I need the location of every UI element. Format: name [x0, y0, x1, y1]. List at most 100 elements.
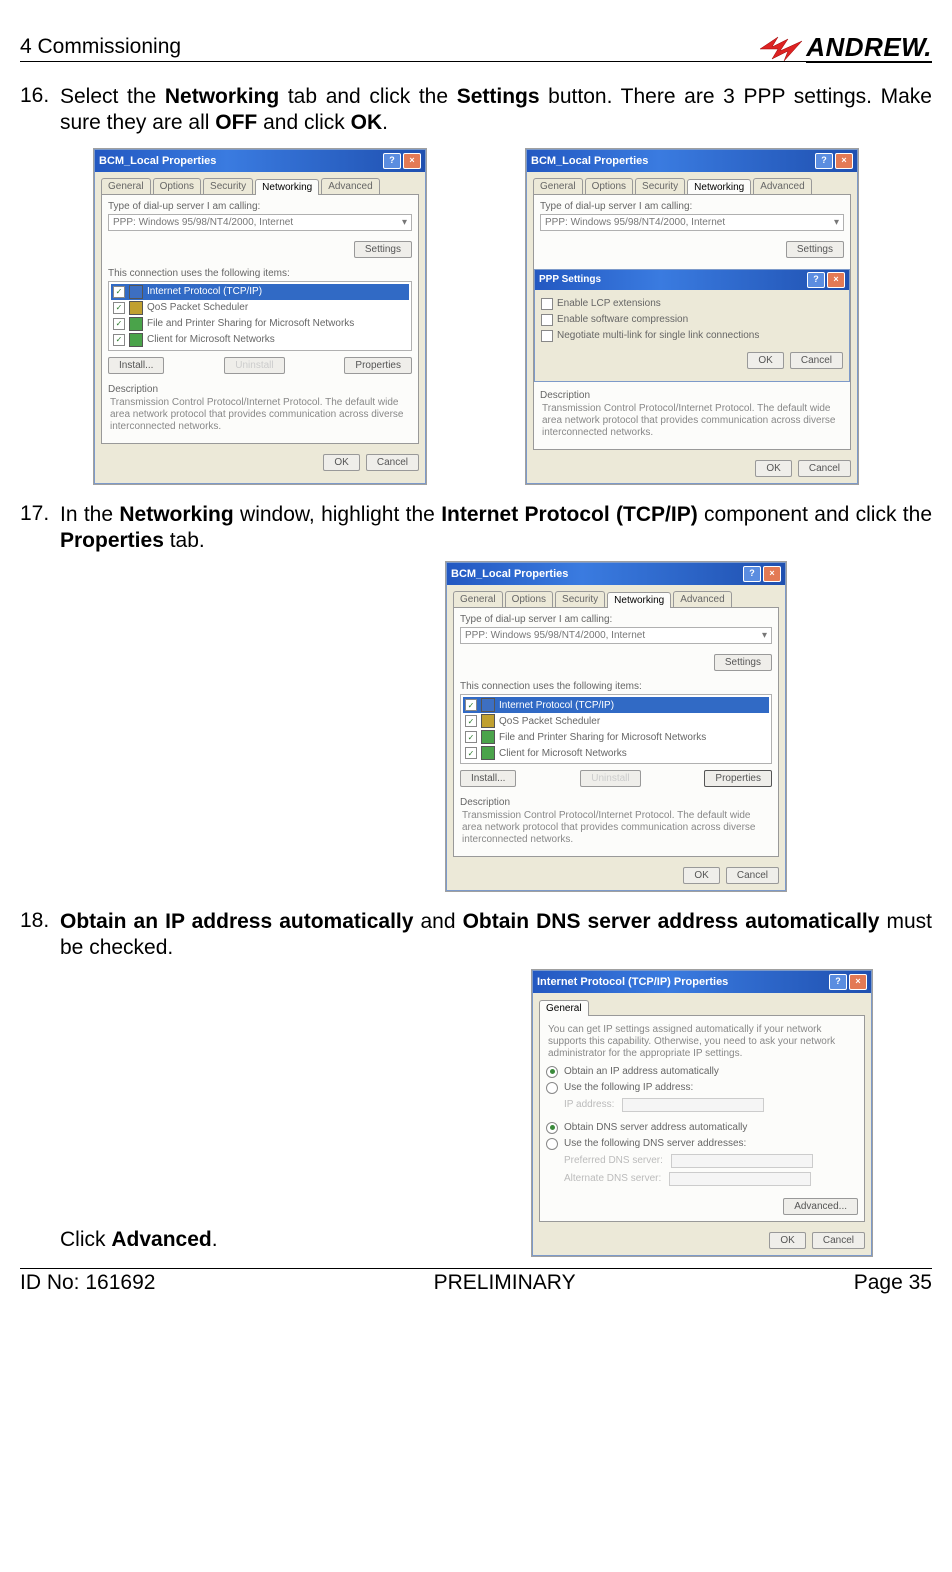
lightning-icon	[758, 35, 804, 63]
help-icon[interactable]: ?	[807, 272, 825, 288]
uninstall-button: Uninstall	[580, 770, 640, 787]
help-icon[interactable]: ?	[815, 153, 833, 169]
service-icon	[129, 301, 143, 315]
cancel-button[interactable]: Cancel	[790, 352, 843, 369]
footer-status: PRELIMINARY	[434, 1271, 576, 1295]
properties-button[interactable]: Properties	[704, 770, 772, 787]
tab-advanced[interactable]: Advanced	[673, 591, 731, 607]
tab-networking[interactable]: Networking	[687, 179, 751, 195]
tab-general[interactable]: General	[101, 178, 151, 194]
checkbox-icon[interactable]: ✓	[465, 715, 477, 727]
components-list[interactable]: ✓Internet Protocol (TCP/IP) ✓QoS Packet …	[460, 694, 772, 764]
ip-address-field: IP address:	[546, 1096, 858, 1114]
list-item: ✓Internet Protocol (TCP/IP)	[463, 697, 769, 713]
help-icon[interactable]: ?	[829, 974, 847, 990]
tcpip-blurb: You can get IP settings assigned automat…	[546, 1022, 858, 1064]
dialup-type-select[interactable]: PPP: Windows 95/98/NT4/2000, Internet▾	[460, 627, 772, 644]
tab-options[interactable]: Options	[585, 178, 633, 194]
description-text: Transmission Control Protocol/Internet P…	[108, 395, 412, 437]
tab-general[interactable]: General	[453, 591, 503, 607]
dialup-type-select[interactable]: PPP: Windows 95/98/NT4/2000, Internet▾	[108, 214, 412, 231]
radio-ip-auto: Obtain an IP address automatically	[546, 1064, 858, 1080]
close-icon[interactable]: ×	[763, 566, 781, 582]
tcpip-properties-dialog: Internet Protocol (TCP/IP) Properties ? …	[532, 970, 872, 1256]
install-button[interactable]: Install...	[108, 357, 164, 374]
page-header: 4 Commissioning ANDREW.	[20, 30, 932, 62]
checkbox-icon[interactable]: ✓	[113, 286, 125, 298]
settings-button[interactable]: Settings	[714, 654, 772, 671]
settings-button[interactable]: Settings	[786, 241, 844, 258]
cancel-button[interactable]: Cancel	[812, 1232, 865, 1249]
checkbox-icon[interactable]	[541, 314, 553, 326]
ok-button[interactable]: OK	[683, 867, 719, 884]
tab-networking[interactable]: Networking	[607, 592, 671, 608]
help-icon[interactable]: ?	[383, 153, 401, 169]
dialup-type-select[interactable]: PPP: Windows 95/98/NT4/2000, Internet▾	[540, 214, 844, 231]
close-icon[interactable]: ×	[835, 153, 853, 169]
step-18-row: Click Advanced. Internet Protocol (TCP/I…	[20, 970, 932, 1256]
radio-icon[interactable]	[546, 1082, 558, 1094]
service-icon	[481, 714, 495, 728]
components-list[interactable]: ✓Internet Protocol (TCP/IP) ✓QoS Packet …	[108, 281, 412, 351]
ppp-check-lcp: Enable LCP extensions	[541, 296, 843, 312]
protocol-icon	[481, 698, 495, 712]
service-icon	[129, 317, 143, 331]
checkbox-icon[interactable]: ✓	[465, 731, 477, 743]
radio-icon[interactable]	[546, 1066, 558, 1078]
checkbox-icon[interactable]: ✓	[465, 747, 477, 759]
tab-security[interactable]: Security	[203, 178, 253, 194]
cancel-button[interactable]: Cancel	[798, 460, 851, 477]
ppp-title: PPP Settings	[539, 274, 601, 285]
install-button[interactable]: Install...	[460, 770, 516, 787]
click-advanced-text: Click Advanced.	[60, 1228, 218, 1256]
settings-button[interactable]: Settings	[354, 241, 412, 258]
checkbox-icon[interactable]: ✓	[465, 699, 477, 711]
service-icon	[481, 730, 495, 744]
conn-uses-label: This connection uses the following items…	[108, 268, 412, 279]
ok-button[interactable]: OK	[323, 454, 359, 471]
dns-pref-field: Preferred DNS server:	[546, 1152, 858, 1170]
ok-button[interactable]: OK	[755, 460, 791, 477]
uninstall-button: Uninstall	[224, 357, 284, 374]
tab-general[interactable]: General	[539, 1000, 589, 1016]
list-item: ✓File and Printer Sharing for Microsoft …	[463, 729, 769, 745]
local-properties-dialog: BCM_Local Properties ? × General Options…	[446, 562, 786, 891]
tab-options[interactable]: Options	[153, 178, 201, 194]
dialog-titlebar: BCM_Local Properties ? ×	[527, 150, 857, 172]
radio-icon[interactable]	[546, 1138, 558, 1150]
close-icon[interactable]: ×	[827, 272, 845, 288]
local-properties-dialog: BCM_Local Properties ? × General Options…	[94, 149, 426, 484]
radio-icon[interactable]	[546, 1122, 558, 1134]
checkbox-icon[interactable]: ✓	[113, 302, 125, 314]
properties-button[interactable]: Properties	[344, 357, 412, 374]
cancel-button[interactable]: Cancel	[366, 454, 419, 471]
step-18: 18. Obtain an IP address automatically a…	[20, 909, 932, 962]
tab-options[interactable]: Options	[505, 591, 553, 607]
cancel-button[interactable]: Cancel	[726, 867, 779, 884]
brand-logo: ANDREW.	[758, 34, 932, 63]
advanced-button[interactable]: Advanced...	[783, 1198, 858, 1215]
tab-security[interactable]: Security	[635, 178, 685, 194]
list-item: ✓QoS Packet Scheduler	[111, 300, 409, 316]
tab-advanced[interactable]: Advanced	[753, 178, 811, 194]
checkbox-icon[interactable]: ✓	[113, 318, 125, 330]
checkbox-icon[interactable]	[541, 330, 553, 342]
checkbox-icon[interactable]: ✓	[113, 334, 125, 346]
tab-advanced[interactable]: Advanced	[321, 178, 379, 194]
help-icon[interactable]: ?	[743, 566, 761, 582]
step-16: 16. Select the Networking tab and click …	[20, 84, 932, 137]
chevron-down-icon: ▾	[402, 217, 407, 228]
type-label: Type of dial-up server I am calling:	[108, 201, 412, 212]
tab-networking[interactable]: Networking	[255, 179, 319, 195]
checkbox-icon[interactable]	[541, 298, 553, 310]
dialog-title: BCM_Local Properties	[99, 155, 216, 167]
close-icon[interactable]: ×	[403, 153, 421, 169]
page-footer: ID No: 161692 PRELIMINARY Page 35	[20, 1268, 932, 1295]
ok-button[interactable]: OK	[769, 1232, 805, 1249]
radio-dns-manual: Use the following DNS server addresses:	[546, 1136, 858, 1152]
tab-security[interactable]: Security	[555, 591, 605, 607]
list-item: ✓File and Printer Sharing for Microsoft …	[111, 316, 409, 332]
close-icon[interactable]: ×	[849, 974, 867, 990]
tab-general[interactable]: General	[533, 178, 583, 194]
ok-button[interactable]: OK	[747, 352, 783, 369]
